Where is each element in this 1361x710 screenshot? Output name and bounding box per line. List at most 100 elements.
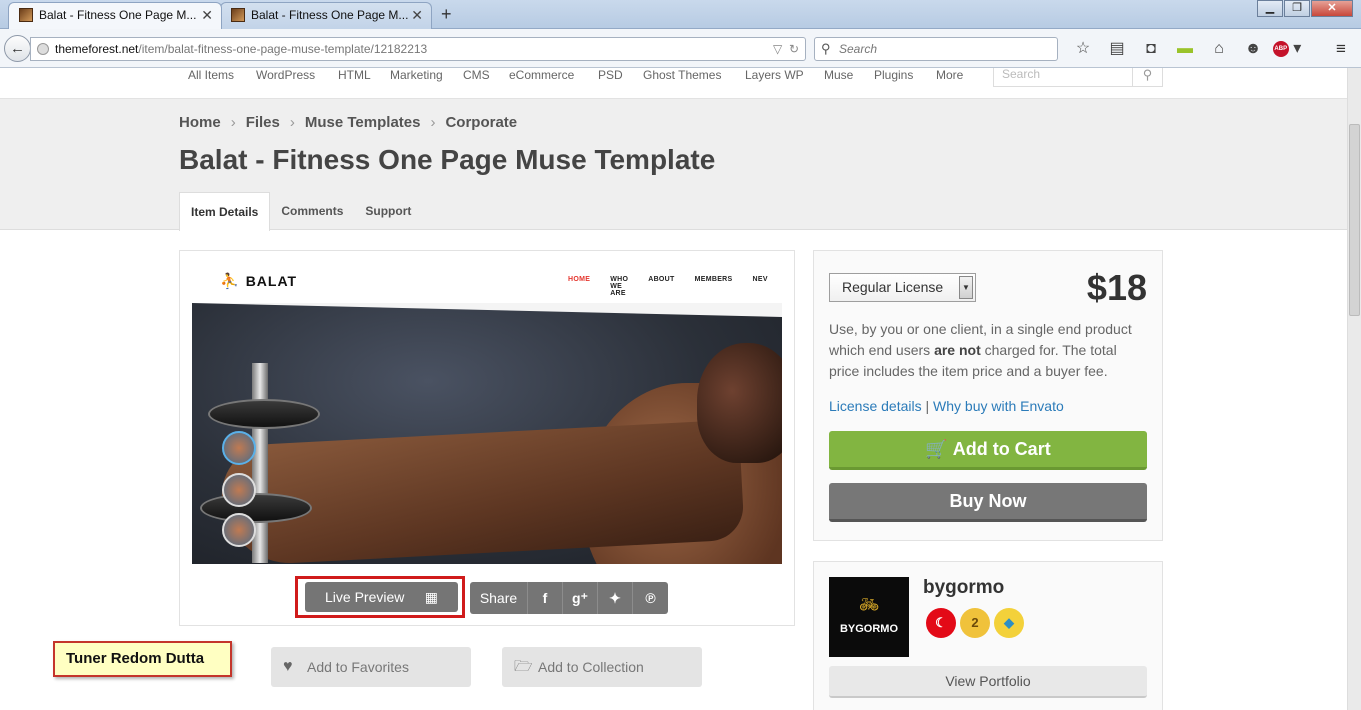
live-preview-button[interactable]: Live Preview ▦ [305,582,458,612]
preview-nav-item: MEMBERS [694,276,733,283]
menu-hamburger-icon[interactable]: ≡ [1328,37,1354,61]
minimize-icon[interactable]: ▁ [1257,0,1283,17]
scrollbar-thumb[interactable] [1349,124,1360,316]
bookmark-star-icon[interactable]: ☆ [1066,37,1100,61]
search-icon[interactable]: ⚲ [1132,68,1162,86]
url-path: /item/balat-fitness-one-page-muse-templa… [138,42,428,56]
license-select-value: Regular License [842,279,944,295]
category-link[interactable]: WordPress [256,68,315,82]
item-tabs: Item Details Comments Support [179,192,422,231]
page-content: All Items WordPress HTML Marketing CMS e… [0,68,1347,710]
reading-list-icon[interactable]: ▤ [1100,37,1134,61]
google-plus-icon[interactable]: g⁺ [563,582,598,614]
live-preview-label: Live Preview [325,589,405,605]
share-buttons: Share f g⁺ ✦ ℗ [470,582,668,614]
page-scrollbar[interactable] [1347,68,1361,710]
category-nav: All Items WordPress HTML Marketing CMS e… [0,68,1347,99]
add-to-favorites-button[interactable]: ♥ Add to Favorites [271,647,471,687]
category-link[interactable]: Marketing [390,68,443,82]
diamond-badge-icon[interactable]: ◆ [994,608,1024,638]
home-icon[interactable]: ⌂ [1202,37,1236,61]
item-preview-image[interactable]: ⛹ BALAT HOME WHO WE ARE ABOUT MEMBERS NEV [192,263,782,564]
close-tab-icon[interactable]: ✕ [201,3,213,28]
chevron-right-icon: › [230,114,236,131]
add-to-cart-button[interactable]: 🛒 Add to Cart [829,431,1147,470]
tab-comments[interactable]: Comments [270,192,354,230]
browser-tab-title: Balat - Fitness One Page M... [39,8,197,22]
purchase-box: Regular License ▼ $18 Use, by you or one… [813,250,1163,541]
category-link[interactable]: CMS [463,68,490,82]
download-icon[interactable]: ▬ [1168,37,1202,61]
category-link[interactable]: More [936,68,963,82]
category-link[interactable]: Plugins [874,68,913,82]
dumbbell-plate [200,493,312,523]
share-button[interactable]: Share [470,582,528,614]
adblock-icon[interactable]: ABP ▾ [1270,37,1304,61]
site-search-placeholder: Search [1002,68,1041,81]
chat-icon[interactable]: ☻ [1236,37,1270,61]
preview-thumb-dot [222,513,256,547]
browser-navbar: ← themeforest.net/item/balat-fitness-one… [0,29,1361,68]
license-description: Use, by you or one client, in a single e… [829,319,1149,382]
tab-item-details[interactable]: Item Details [179,192,271,231]
breadcrumb-home[interactable]: Home [179,114,221,131]
author-name[interactable]: bygormo [923,577,1004,599]
license-select[interactable]: Regular License ▼ [829,273,976,302]
close-tab-icon[interactable]: ✕ [411,3,423,28]
add-to-collection-button[interactable]: 🗁 Add to Collection [502,647,702,687]
preview-site-header: ⛹ BALAT HOME WHO WE ARE ABOUT MEMBERS NEV [192,263,782,303]
chevron-right-icon: › [289,114,295,131]
chevron-down-icon: ▼ [959,276,973,299]
browser-tab-1[interactable]: Balat - Fitness One Page M... ✕ [8,2,222,29]
fitness-logo-icon: ⛹ [220,273,240,290]
category-link[interactable]: All Items [188,68,234,82]
restore-icon[interactable]: ❐ [1284,0,1310,17]
add-to-collection-label: Add to Collection [538,659,644,675]
breadcrumb: Home › Files › Muse Templates › Corporate [179,114,517,131]
why-buy-link[interactable]: Why buy with Envato [933,398,1064,414]
turkey-flag-icon[interactable]: ☾ [926,608,956,638]
license-details-link[interactable]: License details [829,398,922,414]
add-to-cart-label: Add to Cart [952,439,1051,459]
facebook-icon[interactable]: f [528,582,563,614]
category-link[interactable]: PSD [598,68,623,82]
site-favicon-icon [231,8,245,22]
browser-tab-title: Balat - Fitness One Page M... [251,8,409,22]
folder-icon: 🗁 [514,658,533,675]
breadcrumb-muse-templates[interactable]: Muse Templates [305,114,421,131]
preview-nav-item: NEV [752,276,768,283]
buy-now-button[interactable]: Buy Now [829,483,1147,522]
breadcrumb-files[interactable]: Files [246,114,280,131]
preview-thumb-dot [222,431,256,465]
preview-logo-text: BALAT [245,273,298,289]
pinterest-icon[interactable]: ℗ [633,582,668,614]
view-portfolio-button[interactable]: View Portfolio [829,666,1147,698]
back-arrow-icon[interactable]: ← [4,35,31,62]
tab-support[interactable]: Support [354,192,422,230]
category-link[interactable]: Ghost Themes [643,68,721,82]
author-badges: ☾ 2 ◆ [926,608,1028,638]
category-link[interactable]: Muse [824,68,853,82]
category-link[interactable]: Layers WP [745,68,804,82]
close-window-icon[interactable]: ✕ [1311,0,1353,17]
browser-tab-2[interactable]: Balat - Fitness One Page M... ✕ [220,2,432,29]
photo-head [697,343,782,463]
breadcrumb-corporate[interactable]: Corporate [445,114,517,131]
new-tab-icon[interactable]: + [441,3,452,25]
item-preview-box: ⛹ BALAT HOME WHO WE ARE ABOUT MEMBERS NEV [179,250,795,626]
address-bar[interactable]: themeforest.net/item/balat-fitness-one-p… [30,37,806,61]
toolbar-icons: ☆ ▤ ◘ ▬ ⌂ ☻ ABP ▾ [1066,37,1304,61]
category-link[interactable]: HTML [338,68,371,82]
category-link[interactable]: eCommerce [509,68,574,82]
preview-logo: ⛹ BALAT [220,272,297,290]
paw-badge-icon[interactable]: 2 [960,608,990,638]
site-search-input[interactable]: Search ⚲ [993,68,1163,87]
dumbbell-plate [208,399,320,429]
reload-icon[interactable]: ▽ ↻ [773,38,799,60]
browser-search-input[interactable]: ⚲ Search [814,37,1058,61]
twitter-icon[interactable]: ✦ [598,582,633,614]
browser-tabstrip: Balat - Fitness One Page M... ✕ Balat - … [0,0,1361,29]
avatar[interactable]: 🚲︎ BYGORMO [829,577,909,657]
preview-thumb-dot [222,473,256,507]
pocket-icon[interactable]: ◘ [1134,37,1168,61]
